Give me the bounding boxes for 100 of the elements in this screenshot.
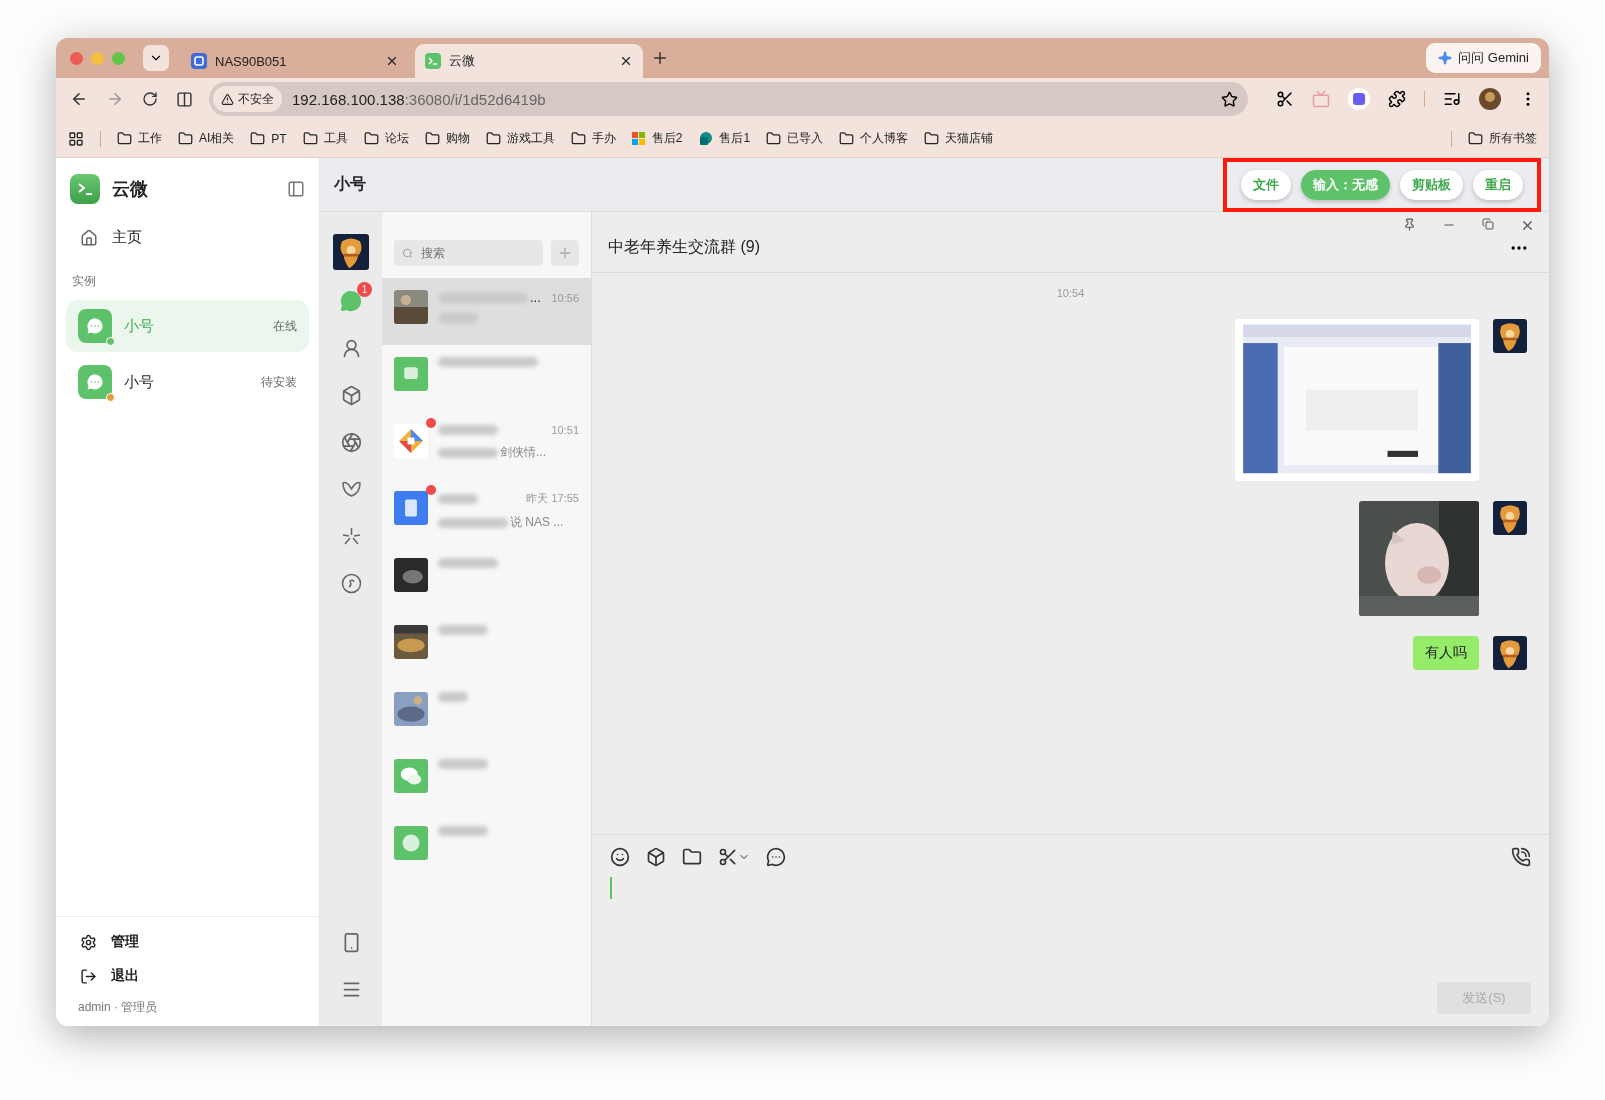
chat-preview: 说 NAS ... bbox=[510, 514, 564, 531]
settings-icon bbox=[80, 933, 97, 951]
folder-icon bbox=[570, 131, 586, 146]
cube-icon[interactable] bbox=[646, 847, 666, 867]
instance-name: 小号 bbox=[124, 372, 155, 392]
bookmark[interactable]: PT bbox=[250, 131, 287, 146]
folder-icon[interactable] bbox=[682, 847, 702, 867]
bookmark[interactable]: 论坛 bbox=[363, 130, 409, 147]
search-input[interactable]: 搜索 bbox=[419, 245, 535, 261]
chat-list-item[interactable]: 10:51 剑侠情... bbox=[382, 412, 591, 479]
browser-tab[interactable]: NAS90B051 bbox=[181, 44, 409, 78]
user-label: admin · 管理员 bbox=[77, 999, 159, 1016]
scissors-icon[interactable] bbox=[718, 847, 750, 867]
pin-icon[interactable] bbox=[1403, 218, 1416, 231]
section-label: 实例 bbox=[71, 273, 97, 290]
folder-icon bbox=[302, 131, 318, 146]
close-tab-icon[interactable] bbox=[385, 54, 399, 68]
chat-bubble-icon bbox=[85, 316, 105, 336]
butterfly-icon bbox=[340, 479, 362, 500]
unread-dot bbox=[426, 485, 436, 495]
folder-icon bbox=[1468, 131, 1483, 146]
emoji-icon[interactable] bbox=[610, 847, 630, 867]
bookmark[interactable]: 已导入 bbox=[766, 130, 824, 147]
bookmark-star-icon[interactable] bbox=[1221, 90, 1238, 108]
tab-title: NAS90B051 bbox=[215, 53, 288, 69]
name-ellipsis: ... bbox=[530, 290, 541, 305]
home-icon bbox=[80, 228, 98, 247]
blurred-name bbox=[438, 625, 488, 635]
folder-icon bbox=[117, 131, 132, 146]
bookmark[interactable]: 游戏工具 bbox=[485, 130, 555, 147]
security-chip[interactable]: 不安全 bbox=[213, 86, 282, 112]
gemini-button[interactable]: 问问 Gemini bbox=[1426, 43, 1541, 73]
search-field[interactable]: 搜索 bbox=[394, 240, 543, 266]
bookmark[interactable]: 售后2 bbox=[631, 130, 683, 147]
close-tab-icon[interactable] bbox=[619, 54, 633, 68]
instance-status: 待安装 bbox=[261, 373, 297, 391]
message-time: 10:54 bbox=[1056, 287, 1085, 299]
chat-list-item[interactable]: ... 10:56 bbox=[382, 278, 591, 345]
page-title: 小号 bbox=[334, 174, 367, 194]
folder-icon bbox=[178, 131, 193, 146]
plus-icon bbox=[651, 49, 669, 67]
extensions-icon[interactable] bbox=[1388, 90, 1406, 108]
folder-icon bbox=[766, 131, 782, 146]
unread-badge: 1 bbox=[357, 282, 372, 297]
restore-icon[interactable] bbox=[1482, 218, 1494, 230]
scissors-icon[interactable] bbox=[1276, 90, 1294, 108]
instance-item[interactable]: 小号 在线 bbox=[66, 300, 309, 352]
address-bar[interactable]: 不安全 192.168.100.138:36080/i/1d52d6419b bbox=[209, 82, 1248, 116]
blurred-name bbox=[438, 493, 478, 504]
chat-time: 10:51 bbox=[551, 424, 579, 436]
call-icon[interactable] bbox=[1511, 847, 1531, 867]
bookmark[interactable]: 天猫店铺 bbox=[924, 130, 994, 147]
terminal-icon bbox=[425, 53, 441, 69]
instance-status: 在线 bbox=[273, 317, 297, 335]
brand-name: 云微 bbox=[112, 178, 149, 201]
close-icon[interactable] bbox=[1520, 218, 1535, 233]
sidebar-toggle-icon[interactable] bbox=[287, 180, 305, 198]
chat-bubble-icon[interactable] bbox=[766, 847, 786, 867]
message-bubble: 有人吗 bbox=[1413, 636, 1479, 670]
bookmark[interactable]: 手办 bbox=[570, 130, 616, 147]
blurred-name bbox=[438, 558, 498, 568]
apps-icon[interactable] bbox=[68, 130, 84, 147]
folder-icon bbox=[839, 131, 855, 146]
warning-icon bbox=[221, 92, 234, 106]
chat-bubble-icon bbox=[85, 372, 105, 392]
bookmark[interactable]: 工具 bbox=[302, 130, 348, 147]
instance-name: 小号 bbox=[124, 316, 155, 336]
bookmark[interactable]: 工作 bbox=[117, 130, 162, 147]
nav-item[interactable]: 管理 bbox=[66, 925, 309, 959]
folder-icon bbox=[424, 131, 440, 146]
reload-icon bbox=[142, 91, 158, 107]
bookmark[interactable]: AI相关 bbox=[178, 130, 235, 147]
browser-tab[interactable]: 云微 bbox=[415, 44, 643, 78]
sparkle-icon bbox=[1438, 51, 1453, 65]
url-text: 192.168.100.138:36080/i/1d52d6419b bbox=[292, 90, 547, 108]
tab-list-button[interactable] bbox=[143, 45, 169, 71]
folder-icon bbox=[363, 131, 379, 146]
chat-time: 昨天 17:55 bbox=[526, 491, 579, 506]
bookmark[interactable]: 购物 bbox=[424, 130, 470, 147]
blurred-preview bbox=[438, 447, 498, 458]
blurred-preview bbox=[438, 517, 508, 528]
bookmark[interactable]: 售后1 bbox=[698, 130, 751, 147]
cube-icon bbox=[340, 385, 362, 406]
bookmark[interactable]: 个人博客 bbox=[839, 130, 909, 147]
extension-icon[interactable] bbox=[1348, 88, 1370, 110]
unread-dot bbox=[426, 418, 436, 428]
blurred-name bbox=[438, 759, 488, 769]
folder-icon bbox=[250, 131, 266, 146]
nav-item[interactable]: 主页 bbox=[66, 218, 309, 257]
terminal-logo-icon bbox=[70, 174, 100, 204]
media-icon[interactable] bbox=[1443, 90, 1461, 108]
folder-icon bbox=[485, 131, 501, 146]
reload-button[interactable] bbox=[140, 89, 160, 109]
nav-item[interactable]: 退出 bbox=[66, 959, 309, 993]
music-disc-icon bbox=[340, 573, 362, 594]
blurred-name bbox=[438, 692, 468, 702]
chat-preview: 剑侠情... bbox=[500, 444, 546, 461]
bookmark[interactable]: 所有书签 bbox=[1468, 130, 1537, 147]
instance-item[interactable]: 小号 待安装 bbox=[66, 356, 309, 408]
profile-avatar[interactable] bbox=[1479, 88, 1501, 110]
